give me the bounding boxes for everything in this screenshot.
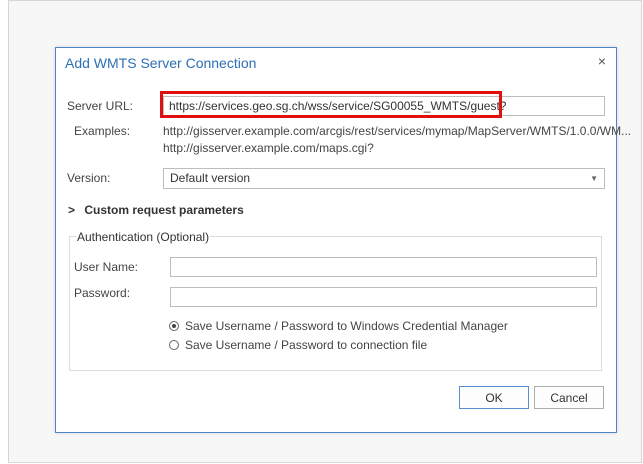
radio-selected-icon	[169, 321, 179, 331]
ok-button[interactable]: OK	[459, 386, 529, 409]
radio-unselected-icon	[169, 340, 179, 350]
username-label: User Name:	[74, 260, 139, 274]
version-selected-value: Default version	[170, 171, 251, 185]
server-url-input[interactable]	[163, 96, 605, 116]
dialog-title: Add WMTS Server Connection	[65, 55, 257, 71]
example-url-2: http://gisserver.example.com/maps.cgi?	[163, 141, 374, 155]
custom-request-parameters-toggle[interactable]: > Custom request parameters	[68, 203, 244, 217]
chevron-right-icon: >	[68, 203, 76, 217]
save-to-credential-manager-label: Save Username / Password to Windows Cred…	[185, 319, 508, 333]
close-icon[interactable]: ×	[598, 53, 606, 69]
custom-request-parameters-label: Custom request parameters	[84, 203, 244, 217]
authentication-group-title: Authentication (Optional)	[76, 230, 211, 244]
server-url-label: Server URL:	[67, 99, 134, 113]
version-select[interactable]: Default version ▼	[163, 168, 605, 189]
password-label: Password:	[74, 286, 131, 300]
example-url-1: http://gisserver.example.com/arcgis/rest…	[163, 124, 632, 138]
add-wmts-server-dialog: Add WMTS Server Connection × Server URL:…	[55, 47, 631, 433]
chevron-down-icon: ▼	[590, 174, 598, 183]
cancel-button[interactable]: Cancel	[534, 386, 604, 409]
save-to-credential-manager-option[interactable]: Save Username / Password to Windows Cred…	[169, 319, 508, 333]
save-to-connection-file-label: Save Username / Password to connection f…	[185, 338, 428, 352]
username-input[interactable]	[170, 257, 597, 277]
password-input[interactable]	[170, 287, 597, 307]
version-label: Version:	[67, 171, 111, 185]
examples-label: Examples:	[74, 124, 131, 138]
save-to-connection-file-option[interactable]: Save Username / Password to connection f…	[169, 338, 427, 352]
